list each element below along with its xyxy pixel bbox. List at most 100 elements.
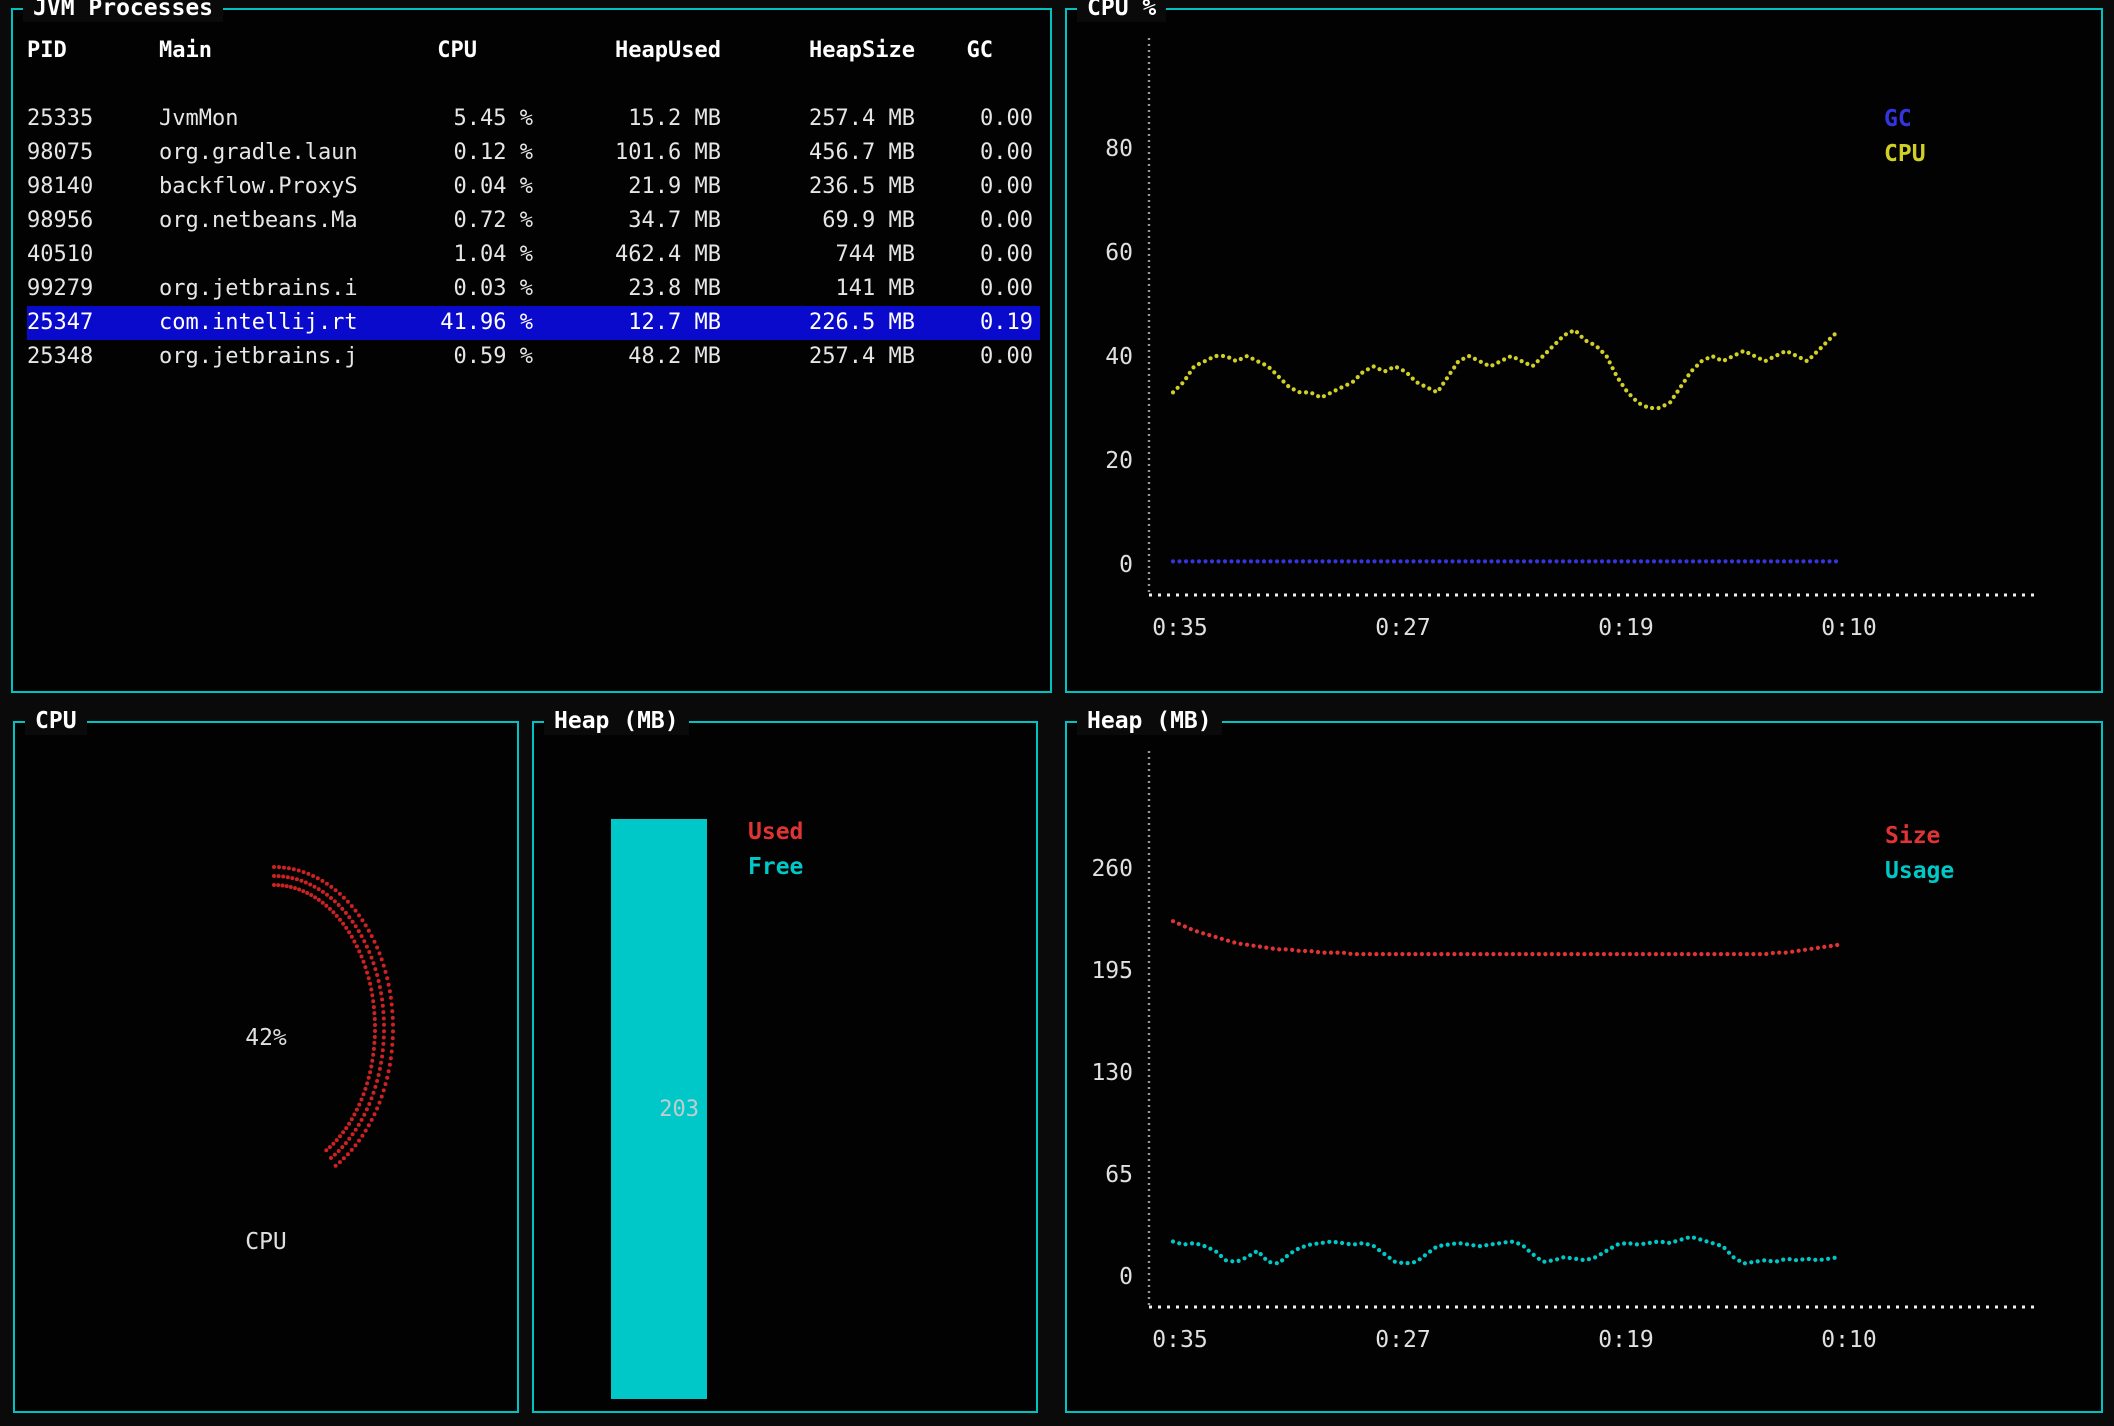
cell-main: org.netbeans.Ma — [149, 204, 421, 238]
table-row[interactable]: 99279org.jetbrains.i0.03 %23.8 MB141 MB0… — [27, 272, 1040, 306]
column-header-gc: GC — [915, 34, 1033, 68]
cell-gc: 0.00 — [915, 272, 1033, 306]
heap-bar-panel: Heap (MB) 203 Used Free — [532, 721, 1038, 1413]
cell-pid: 98075 — [27, 136, 149, 170]
svg-text:0:10: 0:10 — [1821, 615, 1876, 641]
column-header-cpu: CPU — [421, 34, 533, 68]
cell-pid: 98140 — [27, 170, 149, 204]
cell-heap_size: 69.9 MB — [721, 204, 915, 238]
cell-gc: 0.00 — [915, 136, 1033, 170]
svg-text:0:19: 0:19 — [1598, 1327, 1653, 1353]
cell-pid: 25335 — [27, 102, 149, 136]
cell-gc: 0.00 — [915, 340, 1033, 374]
svg-text:60: 60 — [1105, 240, 1133, 266]
cell-heap_size: 226.5 MB — [721, 306, 915, 340]
table-rows: 25335JvmMon5.45 %15.2 MB257.4 MB0.009807… — [27, 102, 1040, 374]
legend-label-size: Size — [1885, 823, 1940, 849]
jvm-processes-panel: JVM Processes PID Main CPU HeapUsed Heap… — [11, 8, 1052, 693]
cell-gc: 0.00 — [915, 102, 1033, 136]
table-row[interactable]: 40510 1.04 %462.4 MB744 MB0.00 — [27, 238, 1040, 272]
cell-heap_used: 12.7 MB — [533, 306, 721, 340]
cpu-gauge-panel: CPU 42% CPU — [13, 721, 519, 1413]
svg-text:0: 0 — [1119, 1264, 1133, 1290]
legend-label-free: Free — [748, 854, 803, 880]
column-header-main: Main — [149, 34, 421, 68]
cell-heap_size: 236.5 MB — [721, 170, 915, 204]
cell-heap_size: 744 MB — [721, 238, 915, 272]
gauge-caption: CPU — [15, 1229, 517, 1255]
cell-gc: 0.00 — [915, 238, 1033, 272]
column-header-heapsize: HeapSize — [721, 34, 915, 68]
heap-free-bar: 203 — [611, 819, 707, 1399]
svg-text:80: 80 — [1105, 136, 1133, 162]
table-header: PID Main CPU HeapUsed HeapSize GC — [27, 34, 1040, 68]
cell-cpu: 0.59 % — [421, 340, 533, 374]
cell-heap_size: 456.7 MB — [721, 136, 915, 170]
legend-label-used: Used — [748, 819, 803, 845]
heap-bar-value-label: 203 — [659, 1097, 699, 1122]
column-header-heapused: HeapUsed — [533, 34, 721, 68]
table-row[interactable]: 98075org.gradle.laun0.12 %101.6 MB456.7 … — [27, 136, 1040, 170]
svg-text:0:19: 0:19 — [1598, 615, 1653, 641]
cell-heap_size: 257.4 MB — [721, 102, 915, 136]
table-row[interactable]: 25348org.jetbrains.j0.59 %48.2 MB257.4 M… — [27, 340, 1040, 374]
column-header-pid: PID — [27, 34, 149, 68]
cell-pid: 98956 — [27, 204, 149, 238]
cell-cpu: 0.04 % — [421, 170, 533, 204]
cell-cpu: 5.45 % — [421, 102, 533, 136]
svg-text:0:10: 0:10 — [1821, 1327, 1876, 1353]
cell-main: com.intellij.rt — [149, 306, 421, 340]
table-row[interactable]: 25335JvmMon5.45 %15.2 MB257.4 MB0.00 — [27, 102, 1040, 136]
cell-pid: 25347 — [27, 306, 149, 340]
cell-pid: 25348 — [27, 340, 149, 374]
legend-label-usage: Usage — [1885, 858, 1954, 884]
cell-main: org.jetbrains.i — [149, 272, 421, 306]
svg-text:195: 195 — [1091, 958, 1133, 984]
cell-heap_used: 34.7 MB — [533, 204, 721, 238]
cell-pid: 99279 — [27, 272, 149, 306]
jvmmon-dashboard: JVM Processes PID Main CPU HeapUsed Heap… — [0, 0, 2114, 1426]
cell-cpu: 41.96 % — [421, 306, 533, 340]
cpu-chart-legend: GC CPU — [1884, 102, 1926, 172]
table-row[interactable]: 98956org.netbeans.Ma0.72 %34.7 MB69.9 MB… — [27, 204, 1040, 238]
heap-chart-legend: Size Usage — [1885, 819, 1954, 889]
svg-text:260: 260 — [1091, 856, 1133, 882]
cell-main: org.gradle.laun — [149, 136, 421, 170]
cell-heap_used: 15.2 MB — [533, 102, 721, 136]
legend-label-cpu: CPU — [1884, 141, 1926, 167]
svg-text:40: 40 — [1105, 344, 1133, 370]
cell-heap_size: 141 MB — [721, 272, 915, 306]
svg-text:65: 65 — [1105, 1162, 1133, 1188]
table-row[interactable]: 98140backflow.ProxyS0.04 %21.9 MB236.5 M… — [27, 170, 1040, 204]
cell-heap_used: 21.9 MB — [533, 170, 721, 204]
cell-heap_used: 48.2 MB — [533, 340, 721, 374]
cpu-percent-chart-panel: CPU % 0204060800:350:270:190:10 GC CPU — [1065, 8, 2103, 693]
cell-heap_used: 23.8 MB — [533, 272, 721, 306]
svg-text:0:27: 0:27 — [1375, 1327, 1430, 1353]
cell-gc: 0.19 — [915, 306, 1033, 340]
svg-text:0: 0 — [1119, 552, 1133, 578]
cell-heap_used: 101.6 MB — [533, 136, 721, 170]
cell-heap_used: 462.4 MB — [533, 238, 721, 272]
panel-title-heap-bar: Heap (MB) — [544, 707, 689, 735]
cell-heap_size: 257.4 MB — [721, 340, 915, 374]
svg-text:130: 130 — [1091, 1060, 1133, 1086]
svg-text:0:35: 0:35 — [1152, 1327, 1207, 1353]
cell-main: JvmMon — [149, 102, 421, 136]
cpu-percent-chart: 0204060800:350:270:190:10 — [1067, 10, 2101, 691]
cell-cpu: 0.72 % — [421, 204, 533, 238]
cell-main: backflow.ProxyS — [149, 170, 421, 204]
cell-cpu: 0.12 % — [421, 136, 533, 170]
cell-cpu: 0.03 % — [421, 272, 533, 306]
gauge-value-label: 42% — [15, 1025, 517, 1051]
svg-text:0:27: 0:27 — [1375, 615, 1430, 641]
cell-main: org.jetbrains.j — [149, 340, 421, 374]
table-row[interactable]: 25347com.intellij.rt41.96 %12.7 MB226.5 … — [27, 306, 1040, 340]
heap-bar-legend: Used Free — [748, 815, 803, 885]
heap-timeline-panel: Heap (MB) 0651301952600:350:270:190:10 S… — [1065, 721, 2103, 1413]
cell-pid: 40510 — [27, 238, 149, 272]
process-table: PID Main CPU HeapUsed HeapSize GC 25335J… — [13, 10, 1050, 691]
cell-cpu: 1.04 % — [421, 238, 533, 272]
cpu-gauge-chart — [15, 723, 517, 1411]
cell-gc: 0.00 — [915, 170, 1033, 204]
